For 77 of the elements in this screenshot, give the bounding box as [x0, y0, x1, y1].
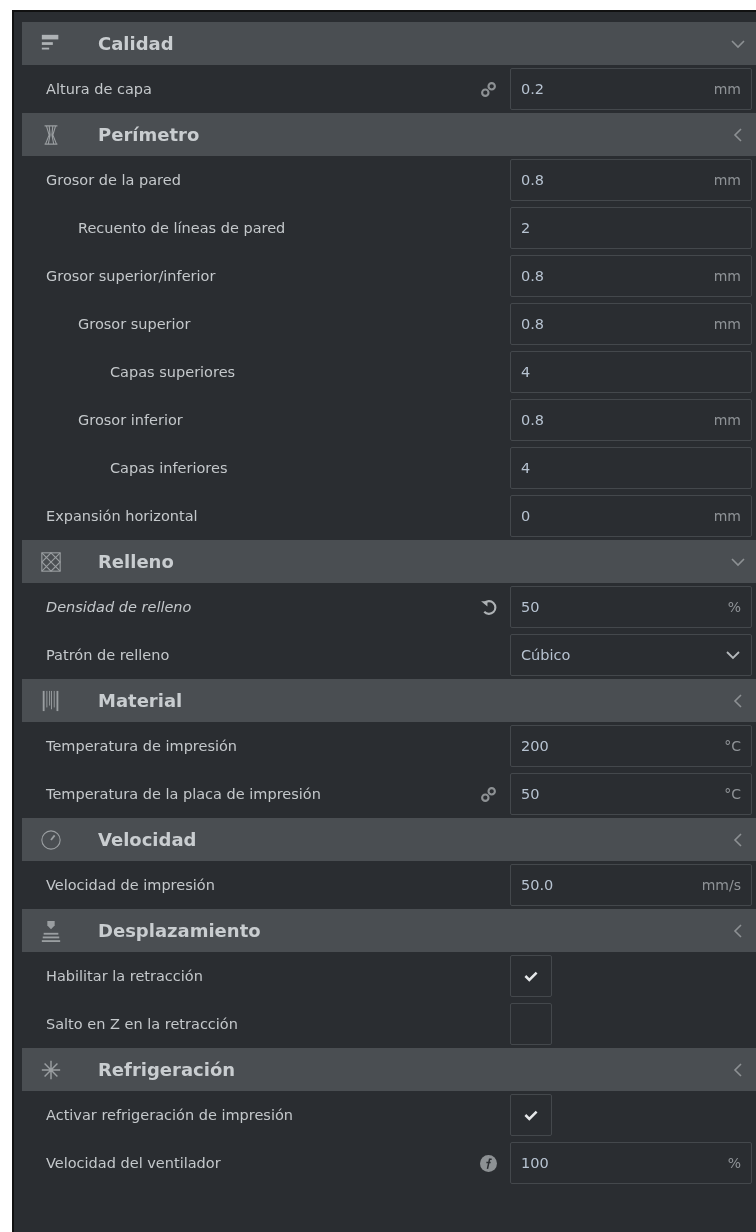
number-field[interactable]: 100 % [510, 1142, 752, 1184]
setting-label: Grosor superior [78, 316, 191, 332]
checkbox[interactable] [510, 1094, 552, 1136]
number-field[interactable]: 4 [510, 447, 752, 489]
field-value: 0.8 [521, 316, 545, 332]
setting-label: Habilitar la retracción [46, 968, 203, 984]
field-value: 0.8 [521, 412, 545, 428]
setting-label: Expansión horizontal [46, 508, 198, 524]
field-value: 50 [521, 599, 540, 615]
field-value: 100 [521, 1155, 549, 1171]
section-header[interactable]: Refrigeración [22, 1048, 756, 1091]
setting-label: Grosor de la pared [46, 172, 181, 188]
setting-label: Grosor inferior [78, 412, 183, 428]
number-field[interactable]: 50 % [510, 586, 752, 628]
link-icon [479, 80, 497, 98]
unit-label: mm [713, 412, 741, 428]
unit-label: °C [724, 738, 741, 754]
number-field[interactable]: 0.8 mm [510, 399, 752, 441]
section-header[interactable]: Velocidad [22, 818, 756, 861]
field-value: 50.0 [521, 877, 554, 893]
checkbox[interactable] [510, 955, 552, 997]
gauge-icon [40, 828, 62, 851]
section-header[interactable]: Perímetro [22, 113, 756, 156]
setting-label: Altura de capa [46, 81, 152, 97]
section-header[interactable]: Relleno [22, 540, 756, 583]
field-value: 0.2 [521, 81, 545, 97]
field-value: Cúbico [521, 647, 571, 663]
dropdown[interactable]: Cúbico [510, 634, 752, 676]
setting-label: Temperatura de la placa de impresión [46, 786, 321, 802]
number-field[interactable]: 0.2 mm [510, 68, 752, 110]
unit-label: % [727, 1155, 741, 1171]
unit-label: mm [713, 316, 741, 332]
number-field[interactable]: 50.0 mm/s [510, 864, 752, 906]
number-field[interactable]: 200 °C [510, 725, 752, 767]
link-icon [479, 785, 497, 803]
number-field[interactable]: 0.8 mm [510, 255, 752, 297]
section-header[interactable]: Material [22, 679, 756, 722]
setting-label: Velocidad del ventilador [46, 1155, 221, 1171]
field-value: 0.8 [521, 268, 545, 284]
setting-label: Densidad de relleno [46, 599, 192, 615]
number-field[interactable]: 0.8 mm [510, 303, 752, 345]
unit-label: mm [713, 268, 741, 284]
field-value: 0.8 [521, 172, 545, 188]
setting-label: Capas inferiores [110, 460, 228, 476]
field-value: 2 [521, 220, 531, 236]
field-value: 200 [521, 738, 549, 754]
unit-label: °C [724, 786, 741, 802]
nozzle-icon [40, 919, 62, 942]
setting-label: Velocidad de impresión [46, 877, 215, 893]
field-value: 50 [521, 786, 540, 802]
setting-label: Recuento de líneas de pared [78, 220, 286, 236]
number-field[interactable]: 0 mm [510, 495, 752, 537]
unit-label: mm [713, 81, 741, 97]
number-field[interactable]: 0.8 mm [510, 159, 752, 201]
setting-label: Grosor superior/inferior [46, 268, 216, 284]
function-icon [479, 1154, 497, 1172]
checkbox[interactable] [510, 1003, 552, 1045]
setting-label: Patrón de relleno [46, 647, 170, 663]
section-header[interactable]: Calidad [22, 22, 756, 65]
field-value: 4 [521, 460, 531, 476]
setting-label: Capas superiores [110, 364, 236, 380]
field-value: 0 [521, 508, 531, 524]
fan-icon [40, 1058, 62, 1081]
grid-icon [40, 550, 62, 573]
unit-label: mm/s [701, 877, 741, 893]
number-field[interactable]: 50 °C [510, 773, 752, 815]
unit-label: mm [713, 172, 741, 188]
setting-label: Temperatura de impresión [46, 738, 238, 754]
section-header[interactable]: Desplazamiento [22, 909, 756, 952]
field-value: 4 [521, 364, 531, 380]
number-field[interactable]: 4 [510, 351, 752, 393]
unit-label: mm [713, 508, 741, 524]
number-field[interactable]: 2 [510, 207, 752, 249]
unit-label: % [727, 599, 741, 615]
setting-label: Salto en Z en la retracción [46, 1016, 238, 1032]
setting-label: Activar refrigeración de impresión [46, 1107, 293, 1123]
reset-icon[interactable] [479, 598, 497, 616]
